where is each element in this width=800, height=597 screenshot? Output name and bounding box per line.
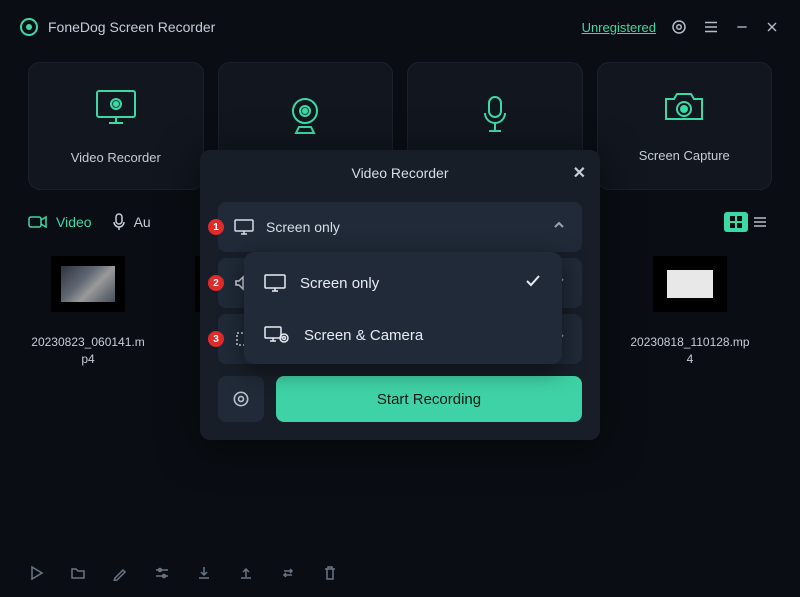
sliders-icon[interactable] (154, 565, 170, 581)
tab-video[interactable]: Video (28, 214, 92, 230)
source-label: Screen only (266, 219, 552, 235)
start-label: Start Recording (377, 391, 481, 408)
edit-icon[interactable] (112, 565, 128, 581)
close-icon[interactable] (764, 19, 780, 35)
trash-icon[interactable] (322, 565, 338, 581)
list-item[interactable]: 20230823_060141.mp4 (28, 256, 148, 368)
registration-link[interactable]: Unregistered (582, 20, 656, 35)
monitor-camera-icon (264, 326, 290, 344)
modal-actions: Start Recording (218, 376, 582, 422)
tab-label: Video (56, 214, 92, 230)
callout-badge: 1 (208, 219, 224, 235)
thumbnail-icon (653, 256, 727, 312)
gear-icon (231, 389, 251, 409)
titlebar-right: Unregistered (582, 18, 780, 36)
microphone-icon (477, 93, 513, 142)
source-selector[interactable]: 1 Screen only (218, 202, 582, 252)
tab-audio[interactable]: Au (112, 213, 151, 231)
list-item[interactable]: 20230818_110128.mp4 (630, 256, 750, 368)
microphone-small-icon (112, 213, 126, 231)
option-label: Screen & Camera (304, 327, 423, 344)
option-label: Screen only (300, 275, 379, 292)
start-recording-button[interactable]: Start Recording (276, 376, 582, 422)
monitor-icon (234, 219, 254, 235)
option-screen-camera[interactable]: Screen & Camera (244, 310, 562, 360)
menu-icon[interactable] (702, 18, 720, 36)
recording-settings-button[interactable] (218, 376, 264, 422)
callout-badge: 3 (208, 331, 224, 347)
monitor-icon (264, 274, 286, 292)
mode-video-recorder[interactable]: Video Recorder (28, 62, 204, 190)
view-toggle (724, 212, 772, 232)
source-dropdown: Screen only Screen & Camera (244, 252, 562, 364)
check-icon (524, 272, 542, 294)
mode-screen-capture[interactable]: Screen Capture (597, 62, 773, 190)
webcam-icon (285, 95, 325, 140)
mode-label: Video Recorder (71, 150, 161, 165)
list-view-icon[interactable] (748, 212, 772, 232)
chevron-up-icon (552, 218, 566, 237)
tab-label: Au (134, 214, 151, 230)
mode-label: Screen Capture (639, 148, 730, 163)
settings-gear-icon[interactable] (670, 18, 688, 36)
upload-icon[interactable] (238, 565, 254, 581)
monitor-record-icon (93, 87, 139, 132)
grid-view-icon[interactable] (724, 212, 748, 232)
camera-icon (662, 89, 706, 130)
file-name: 20230818_110128.mp4 (630, 334, 750, 368)
option-screen-only[interactable]: Screen only (244, 256, 562, 310)
modal-title: Video Recorder (351, 165, 448, 181)
convert-icon[interactable] (280, 565, 296, 581)
app-logo-icon (20, 18, 38, 36)
titlebar-left: FoneDog Screen Recorder (20, 18, 215, 36)
folder-icon[interactable] (70, 565, 86, 581)
app-title: FoneDog Screen Recorder (48, 19, 215, 35)
file-name: 20230823_060141.mp4 (28, 334, 148, 368)
bottom-toolbar (28, 565, 338, 581)
close-icon[interactable]: ✕ (573, 163, 586, 183)
video-camera-icon (28, 215, 48, 229)
play-icon[interactable] (28, 565, 44, 581)
download-icon[interactable] (196, 565, 212, 581)
thumbnail-icon (51, 256, 125, 312)
minimize-icon[interactable] (734, 19, 750, 35)
callout-badge: 2 (208, 275, 224, 291)
modal-header: Video Recorder ✕ (200, 150, 600, 196)
titlebar: FoneDog Screen Recorder Unregistered (0, 0, 800, 54)
